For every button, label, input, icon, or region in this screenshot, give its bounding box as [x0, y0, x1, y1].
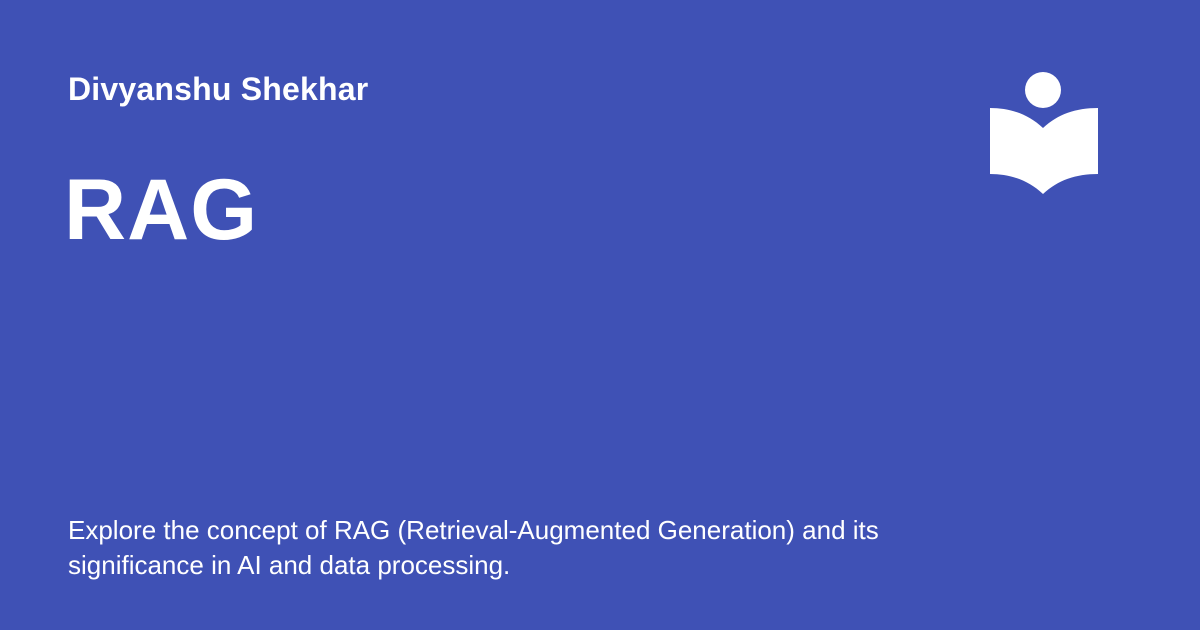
- author-name: Divyanshu Shekhar: [68, 71, 369, 107]
- person-reading-book-icon: [988, 70, 1100, 198]
- page-title: RAG: [64, 162, 259, 258]
- page-description: Explore the concept of RAG (Retrieval-Au…: [68, 515, 879, 580]
- social-card: Divyanshu Shekhar RAG Explore the concep…: [0, 0, 1200, 630]
